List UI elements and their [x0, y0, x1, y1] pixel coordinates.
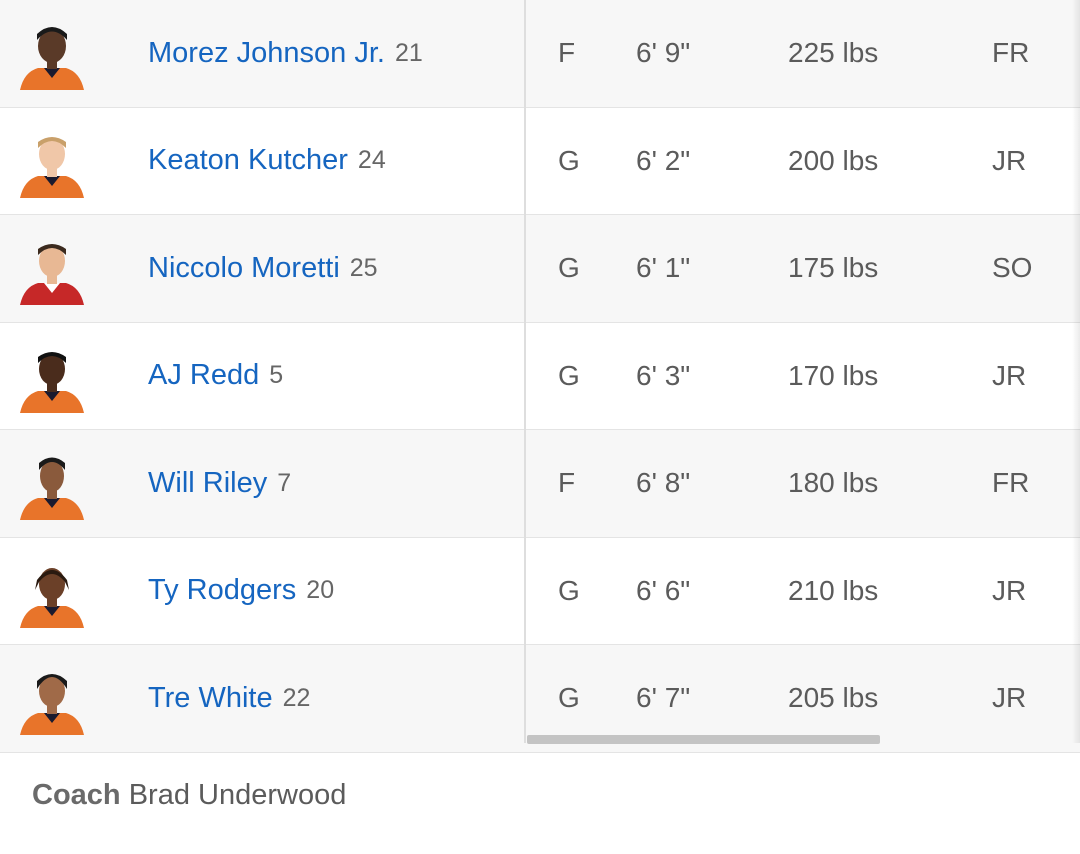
jersey-number: 7: [277, 468, 292, 497]
position-cell: F: [558, 467, 576, 499]
player-headshot-icon: [20, 674, 84, 735]
player-name-link[interactable]: Ty Rodgers: [148, 574, 296, 607]
scroll-edge-shadow: [1072, 0, 1080, 743]
position-cell: G: [558, 252, 580, 284]
player-name-cell: AJ Redd 5: [148, 323, 283, 430]
player-name-link[interactable]: Will Riley: [148, 467, 267, 500]
player-name-link[interactable]: Morez Johnson Jr.: [148, 37, 385, 70]
table-row[interactable]: Keaton Kutcher 24 G 6' 2" 200 lbs JR: [0, 107, 1080, 215]
player-name-cell: Keaton Kutcher 24: [148, 108, 386, 215]
table-row[interactable]: Will Riley 7 F 6' 8" 180 lbs FR: [0, 430, 1080, 538]
player-name-link[interactable]: AJ Redd: [148, 359, 259, 392]
class-year-cell: JR: [992, 144, 1027, 176]
table-row[interactable]: Niccolo Moretti 25 G 6' 1" 175 lbs SO: [0, 215, 1080, 323]
player-name-link[interactable]: Tre White: [148, 682, 273, 715]
roster-table: Morez Johnson Jr. 21 F 6' 9" 225 lbs FR …: [0, 0, 1080, 753]
coach-label: Coach: [32, 779, 121, 811]
height-cell: 6' 6": [636, 574, 691, 606]
jersey-number: 20: [306, 576, 335, 605]
position-cell: F: [558, 37, 576, 69]
player-headshot-icon: [20, 136, 84, 198]
player-name-link[interactable]: Keaton Kutcher: [148, 144, 348, 177]
jersey-number: 22: [282, 683, 311, 712]
jersey-number: 21: [394, 38, 423, 67]
class-year-cell: JR: [992, 682, 1027, 714]
weight-cell: 180 lbs: [788, 467, 879, 499]
table-row[interactable]: Morez Johnson Jr. 21 F 6' 9" 225 lbs FR: [0, 0, 1080, 108]
horizontal-scrollbar[interactable]: [527, 735, 880, 744]
class-year-cell: SO: [992, 252, 1033, 284]
player-headshot-icon: [20, 567, 84, 628]
weight-cell: 225 lbs: [788, 37, 879, 69]
jersey-number: 24: [357, 146, 386, 175]
jersey-number: 25: [349, 253, 378, 282]
class-year-cell: JR: [992, 574, 1027, 606]
column-divider: [524, 0, 526, 743]
player-name-cell: Morez Johnson Jr. 21: [148, 0, 423, 107]
table-row[interactable]: Ty Rodgers 20 G 6' 6" 210 lbs JR: [0, 537, 1080, 645]
player-headshot-icon: [20, 457, 84, 520]
player-headshot-icon: [20, 351, 84, 413]
coach-line: Coach Brad Underwood: [32, 779, 346, 812]
class-year-cell: FR: [992, 37, 1030, 69]
player-name-link[interactable]: Niccolo Moretti: [148, 252, 340, 285]
player-name-cell: Ty Rodgers 20: [148, 538, 334, 645]
weight-cell: 210 lbs: [788, 574, 879, 606]
height-cell: 6' 1": [636, 252, 691, 284]
height-cell: 6' 3": [636, 359, 691, 391]
height-cell: 6' 8": [636, 467, 691, 499]
roster-table-container: Morez Johnson Jr. 21 F 6' 9" 225 lbs FR …: [0, 0, 1080, 854]
height-cell: 6' 2": [636, 144, 691, 176]
position-cell: G: [558, 359, 580, 391]
coach-name: Brad Underwood: [128, 779, 347, 811]
weight-cell: 170 lbs: [788, 359, 879, 391]
class-year-cell: FR: [992, 467, 1030, 499]
position-cell: G: [558, 144, 580, 176]
player-name-cell: Tre White 22: [148, 645, 310, 752]
player-name-cell: Will Riley 7: [148, 430, 291, 537]
height-cell: 6' 9": [636, 37, 691, 69]
weight-cell: 175 lbs: [788, 252, 879, 284]
jersey-number: 5: [269, 361, 284, 390]
class-year-cell: JR: [992, 359, 1027, 391]
player-headshot-icon: [20, 27, 84, 90]
table-row[interactable]: AJ Redd 5 G 6' 3" 170 lbs JR: [0, 322, 1080, 430]
player-headshot-icon: [20, 244, 84, 305]
player-name-cell: Niccolo Moretti 25: [148, 215, 378, 322]
position-cell: G: [558, 574, 580, 606]
weight-cell: 200 lbs: [788, 144, 879, 176]
